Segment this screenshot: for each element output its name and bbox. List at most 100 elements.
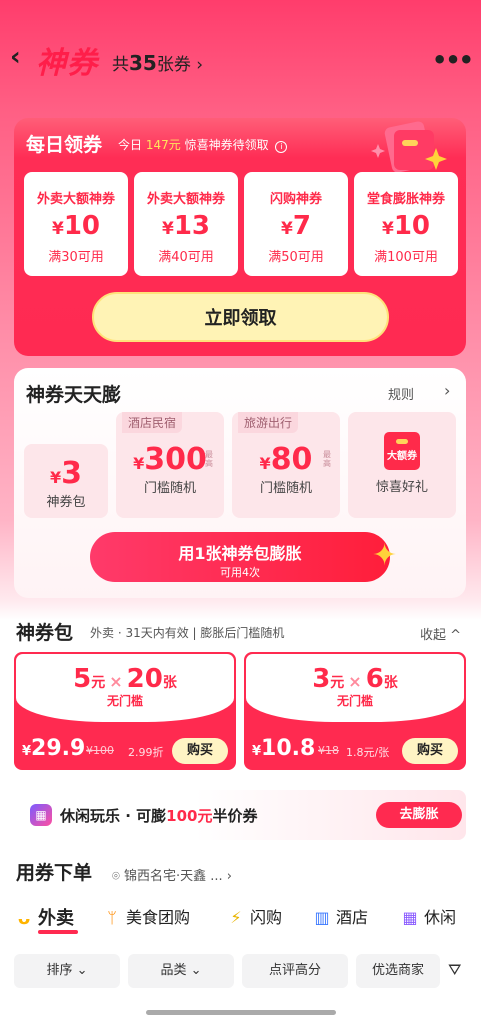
order-title: 用券下单 <box>16 862 93 884</box>
pack-unit: 元 <box>91 675 106 691</box>
tab-label: 外卖 <box>38 908 74 929</box>
pack-price: 29.9 <box>31 736 86 761</box>
daily-coupon-4[interactable]: 堂食膨胀神券 ¥10 满100可用 <box>354 172 458 276</box>
tab-label: 闪购 <box>250 908 283 927</box>
home-indicator <box>146 1010 336 1015</box>
tile-label: 门槛随机 <box>143 481 196 496</box>
claim-now-button[interactable]: 立即领取 <box>92 292 389 342</box>
pack-card-2[interactable]: 3元 × 6张 无门槛 ¥10.8 ¥18 1.8元/张 购买 <box>244 652 466 770</box>
chevron-right-icon[interactable]: › <box>444 381 450 400</box>
tab-leisure[interactable]: ▦ 休闲 <box>400 904 456 928</box>
category-tabs: ᴗ 外卖 ᛘ 美食团购 ⚡ 闪购 ▥ 酒店 ▦ 休闲 <box>0 900 481 940</box>
pack-discount: 2.99折 <box>128 746 164 759</box>
daily-sub-prefix: 今日 <box>118 138 143 152</box>
go-swell-button[interactable]: 去膨胀 <box>376 802 462 828</box>
location-selector[interactable]: ⌾ 锦西名宅·天鑫 ... › <box>112 865 232 884</box>
more-dots-icon[interactable]: ••• <box>432 46 474 74</box>
sparkle-star-icon: ✦ <box>372 538 398 573</box>
daily-sub-amount: 147元 <box>145 138 181 152</box>
total-suffix: 张券 › <box>156 55 204 75</box>
tile-symbol: ¥ <box>49 468 62 487</box>
tab-hotel[interactable]: ▥ 酒店 <box>312 904 368 928</box>
rabbit-icon: ᴗ <box>17 908 31 929</box>
use-pack-swell-button[interactable]: 用1张神券包膨胀 可用4次 <box>90 532 390 582</box>
pack-unit: 元 <box>330 675 345 691</box>
coupon-value: 10 <box>63 211 101 241</box>
tab-label: 美食团购 <box>126 908 191 927</box>
fork-knife-icon: ᛘ <box>107 908 117 927</box>
coupon-symbol: ¥ <box>281 219 293 239</box>
grid-icon: ▦ <box>402 908 418 927</box>
tile-max-badge: 最高 <box>205 450 213 468</box>
total-count: 35 <box>129 51 157 75</box>
pack-discount: 1.8元/张 <box>346 746 390 759</box>
leisure-grid-icon: ▦ <box>30 804 52 826</box>
swell-tile-gift[interactable]: 大额券 惊喜好礼 <box>348 412 456 518</box>
tab-label: 休闲 <box>424 908 457 927</box>
red-packet-text: 大额券 <box>387 451 417 462</box>
coupon-value: 10 <box>393 211 431 241</box>
filter-rating[interactable]: 点评高分 <box>242 954 348 988</box>
coupon-value: 13 <box>173 211 211 241</box>
daily-title: 每日领券 <box>26 134 103 156</box>
swell-tile-hotel[interactable]: 酒店民宿 ¥300 最高 门槛随机 <box>116 412 224 518</box>
swell-tile-pack[interactable]: ¥3 神券包 <box>24 444 108 518</box>
tile-value: 3 <box>61 456 82 491</box>
swell-tile-travel[interactable]: 旅游出行 ¥80 最高 门槛随机 <box>232 412 340 518</box>
hotel-icon: ▥ <box>314 908 330 927</box>
use-pack-sub: 可用4次 <box>220 566 260 579</box>
coupon-condition: 满40可用 <box>158 250 214 265</box>
filter-category[interactable]: 品类 ⌄ <box>128 954 234 988</box>
pack-amount: 3 <box>312 664 331 694</box>
header: ‹ 神券 共35张券 › ••• <box>0 30 481 86</box>
tile-label: 神券包 <box>46 495 86 510</box>
daily-coupon-1[interactable]: 外卖大额神券 ¥10 满30可用 <box>24 172 128 276</box>
coupon-total-link[interactable]: 共35张券 › <box>112 50 203 75</box>
tab-takeout[interactable]: ᴗ 外卖 <box>14 904 74 930</box>
coupon-name: 外卖大额神券 <box>146 192 225 207</box>
daily-coupon-3[interactable]: 闪购神券 ¥7 满50可用 <box>244 172 348 276</box>
daily-coupon-2[interactable]: 外卖大额神券 ¥13 满40可用 <box>134 172 238 276</box>
tile-value: 80 <box>270 442 313 477</box>
pack-count: 20 <box>126 664 163 694</box>
price-symbol: ¥ <box>22 744 32 759</box>
coupon-condition: 满100可用 <box>374 250 438 265</box>
buy-button[interactable]: 购买 <box>402 738 458 764</box>
tile-tag: 酒店民宿 <box>122 412 183 433</box>
rules-link[interactable]: 规则 <box>388 384 414 403</box>
filter-preferred[interactable]: 优选商家 <box>356 954 440 988</box>
tab-flash[interactable]: ⚡ 闪购 <box>226 904 282 928</box>
filter-sort[interactable]: 排序 ⌄ <box>14 954 120 988</box>
red-packet-icon: 大额券 <box>384 432 420 470</box>
collapse-toggle[interactable]: 收起 ^ <box>420 624 461 643</box>
pack-original-price: ¥18 <box>318 744 339 757</box>
times-icon: × <box>348 672 362 691</box>
active-tab-underline <box>38 930 78 934</box>
banner-prefix: 休闲玩乐 · 可膨 <box>60 807 167 825</box>
buy-button[interactable]: 购买 <box>172 738 228 764</box>
page-logo: 神券 <box>36 46 98 81</box>
location-text: 锦西名宅·天鑫 ... › <box>123 869 232 884</box>
pack-sub: 无门槛 <box>106 694 143 708</box>
swell-title: 神券天天膨 <box>26 384 122 406</box>
times-icon: × <box>109 672 123 691</box>
funnel-filter-icon[interactable]: ⛛ <box>448 960 461 980</box>
info-icon[interactable]: i <box>275 141 288 153</box>
total-prefix: 共 <box>112 55 129 75</box>
banner-suffix: 半价券 <box>212 807 258 825</box>
chevron-left-icon[interactable]: ‹ <box>10 42 34 72</box>
pack-price: 10.8 <box>261 736 316 761</box>
daily-sub-suffix: 惊喜神券待领取 <box>184 138 269 152</box>
coupon-value: 7 <box>292 211 311 241</box>
tab-food-group[interactable]: ᛘ 美食团购 <box>102 904 190 928</box>
pack-count-unit: 张 <box>162 675 177 691</box>
banner-amount: 100元 <box>166 807 213 825</box>
leisure-banner[interactable]: ▦ 休闲玩乐 · 可膨100元半价券 去膨胀 <box>14 790 466 840</box>
tile-symbol: ¥ <box>259 454 271 473</box>
pack-title: 神券包 <box>16 622 74 644</box>
pack-count: 6 <box>365 664 384 694</box>
pack-card-1[interactable]: 5元 × 20张 无门槛 ¥29.9 ¥100 2.99折 购买 <box>14 652 236 770</box>
daily-coupon-card: 每日领券 今日 147元 惊喜神券待领取 i 外卖大额神券 ¥10 满30可用 … <box>14 118 466 356</box>
coupon-symbol: ¥ <box>381 219 394 239</box>
location-pin-icon: ⌾ <box>112 869 124 884</box>
